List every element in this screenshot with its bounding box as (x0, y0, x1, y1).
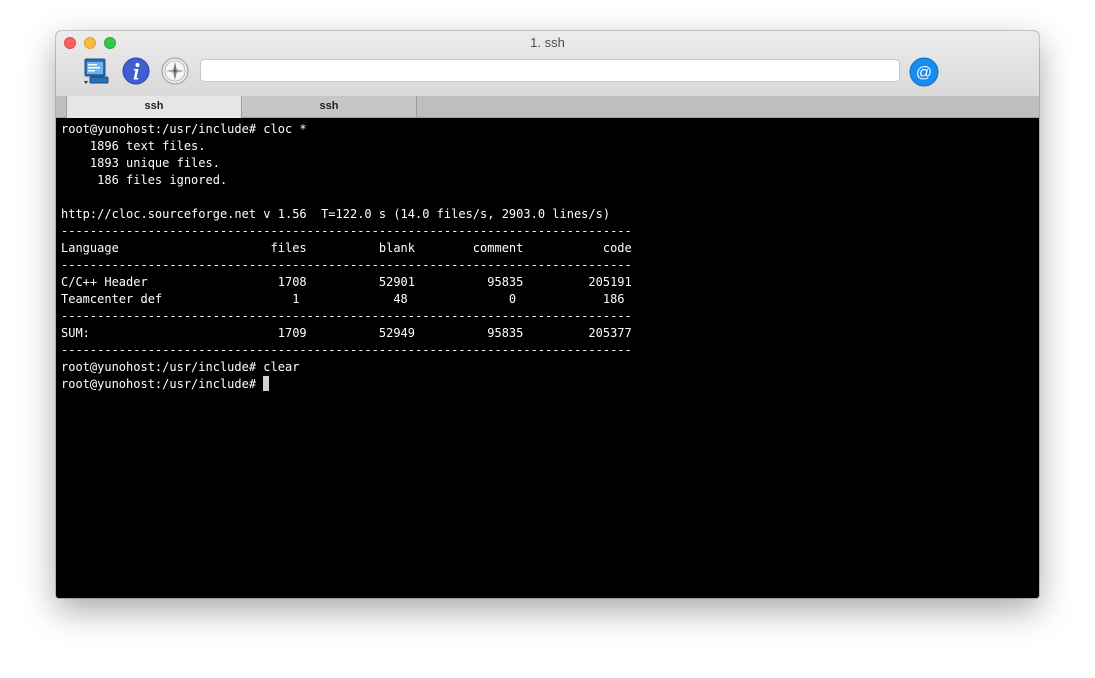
terminal-line: 186 files ignored. (61, 173, 228, 187)
terminal-line: http://cloc.sourceforge.net v 1.56 T=122… (61, 207, 611, 221)
svg-text:@: @ (916, 65, 932, 82)
terminal-icon[interactable] (82, 57, 110, 85)
address-input[interactable] (200, 59, 900, 82)
tab-ssh-1[interactable]: ssh (66, 96, 242, 118)
terminal-line: SUM: 1709 52949 95835 205377 (61, 326, 632, 340)
info-icon[interactable] (122, 57, 150, 85)
compass-icon[interactable] (161, 57, 189, 85)
terminal-line: 1893 unique files. (61, 156, 220, 170)
tab-bar: ssh ssh (56, 96, 1039, 118)
terminal-line: Teamcenter def 1 48 0 186 (61, 292, 625, 306)
tab-ssh-2[interactable]: ssh (242, 96, 417, 117)
terminal-line: root@yunohost:/usr/include# cloc * (61, 122, 307, 136)
terminal-line: ----------------------------------------… (61, 343, 632, 357)
terminal-prompt-line[interactable]: root@yunohost:/usr/include# (61, 376, 1039, 393)
terminal-output[interactable]: root@yunohost:/usr/include# cloc * 1896 … (56, 118, 1039, 598)
terminal-line: ----------------------------------------… (61, 258, 632, 272)
terminal-line: C/C++ Header 1708 52901 95835 205191 (61, 275, 632, 289)
terminal-line: ----------------------------------------… (61, 224, 632, 238)
title-bar: 1. ssh @ (56, 31, 1039, 97)
window-title: 1. ssh (530, 35, 565, 50)
terminal-line: root@yunohost:/usr/include# clear (61, 360, 300, 374)
terminal-line: Language files blank comment code (61, 241, 632, 255)
terminal-window: 1. ssh @ ssh ssh root@yunohost:/usr/incl… (56, 31, 1039, 598)
terminal-line: 1896 text files. (61, 139, 206, 153)
terminal-line: ----------------------------------------… (61, 309, 632, 323)
at-sign-icon[interactable]: @ (909, 57, 939, 87)
text-cursor (263, 376, 270, 391)
terminal-prompt: root@yunohost:/usr/include# (61, 377, 264, 391)
